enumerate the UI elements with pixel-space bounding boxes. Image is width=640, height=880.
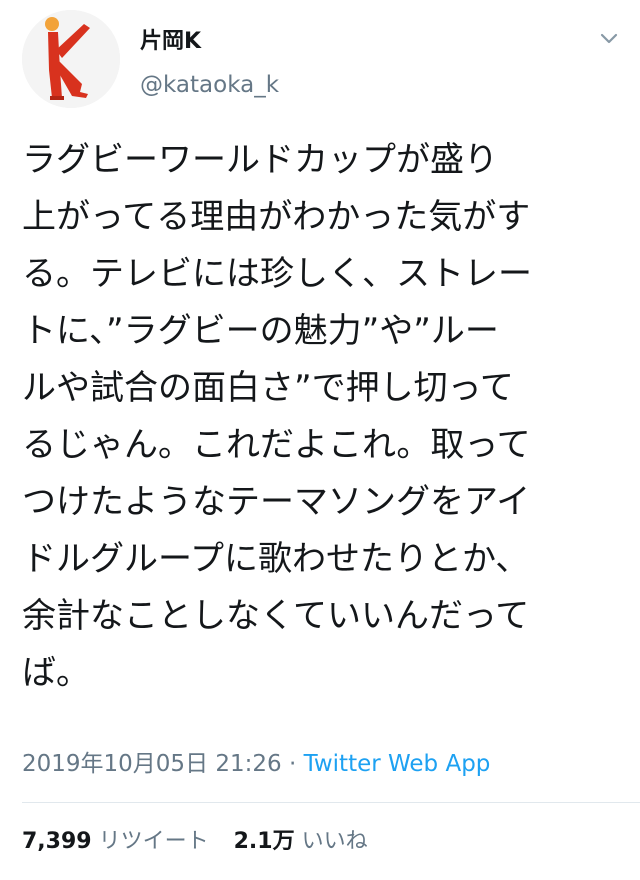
author-name[interactable]: 片岡K (140, 28, 201, 56)
tweet-text-line: るじゃん。これだよこれ。取って (22, 425, 531, 465)
tweet-timestamp[interactable]: 2019年10月05日 21:26 (22, 751, 282, 777)
tweet-text-line: る。テレビには珍しく、ストレー (22, 254, 532, 294)
like-count[interactable]: 2.1万 (234, 829, 295, 854)
chevron-down-icon[interactable] (596, 28, 622, 48)
tweet-text-line: ドルグループに歌わせたりとか、 (22, 539, 530, 579)
avatar[interactable] (22, 10, 120, 108)
tweet-meta: 2019年10月05日 21:26 · Twitter Web App (22, 748, 490, 780)
like-label[interactable]: いいね (302, 829, 368, 854)
tweet-text-line: トに、”ラグビーの魅力”や”ルー (22, 311, 499, 351)
tweet-stats: 7,399 リツイート 2.1万 いいね (22, 826, 368, 858)
avatar-figure-image (22, 10, 120, 108)
tweet-text-line: 余計なことしなくていいんだって (22, 596, 530, 636)
divider (22, 802, 640, 803)
tweet-text-line: ラグビーワールドカップが盛り (22, 140, 498, 180)
tweet-text-line: つけたようなテーマソングをアイ (22, 482, 531, 522)
tweet-text-line: ルや試合の面白さ”で押し切って (22, 368, 514, 408)
source-app-link[interactable]: Twitter Web App (304, 751, 491, 777)
tweet-text-line: ば。 (22, 653, 90, 693)
retweet-count[interactable]: 7,399 (22, 829, 92, 854)
retweet-label[interactable]: リツイート (99, 829, 209, 854)
meta-separator: · (281, 751, 304, 777)
author-handle[interactable]: @kataoka_k (140, 71, 279, 99)
tweet-text-line: 上がってる理由がわかった気がす (22, 197, 531, 237)
tweet-text: ラグビーワールドカップが盛り 上がってる理由がわかった気がす る。テレビには珍し… (22, 132, 622, 702)
